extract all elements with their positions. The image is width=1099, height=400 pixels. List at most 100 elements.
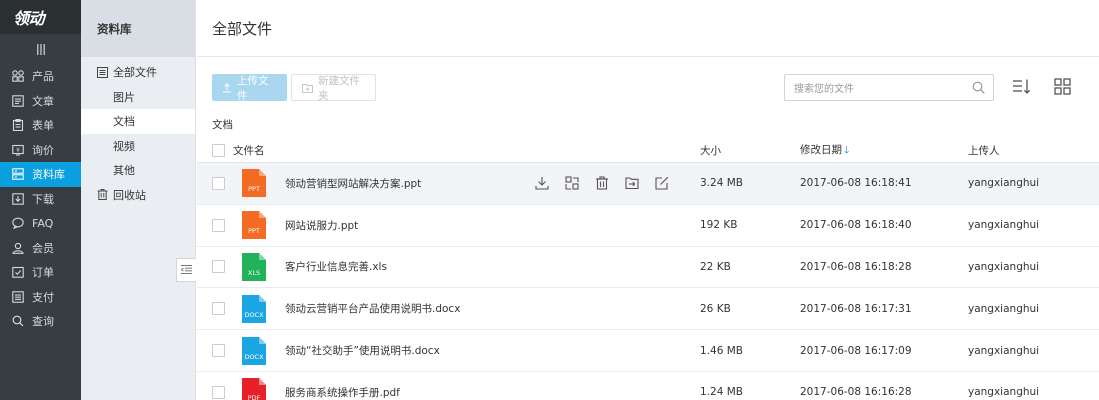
table-row[interactable]: PPT 网站说服力.ppt 192 KB 2017-06-08 16:18:40… xyxy=(197,205,1099,247)
table-row[interactable]: PPT 领动营销型网站解决方案.ppt 3.24 MB 2017-06-08 1… xyxy=(197,163,1099,205)
file-list-icon xyxy=(97,66,109,78)
menu-bars-icon[interactable] xyxy=(0,34,81,64)
grid-view-icon[interactable] xyxy=(1054,78,1072,96)
pdf-file-icon: PDF xyxy=(242,378,266,400)
sub-item-all-files[interactable]: 全部文件 xyxy=(81,60,195,85)
file-name[interactable]: 客户行业信息完善.xls xyxy=(285,259,387,274)
new-folder-button-label: 新建文件夹 xyxy=(318,74,360,102)
logo[interactable]: 领动 xyxy=(0,0,81,34)
file-name[interactable]: 领动云营销平台产品使用说明书.docx xyxy=(285,301,460,316)
page-title: 全部文件 xyxy=(197,0,1099,57)
nav-item-label: 支付 xyxy=(32,290,54,304)
file-name[interactable]: 领动营销型网站解决方案.ppt xyxy=(285,176,421,191)
file-type-label: DOCX xyxy=(244,352,264,361)
faq-icon xyxy=(12,217,24,230)
row-checkbox[interactable] xyxy=(212,302,225,316)
sub-item-label: 回收站 xyxy=(113,188,146,202)
column-header-date-label: 修改日期 xyxy=(800,143,842,156)
edit-icon[interactable] xyxy=(654,175,670,191)
upload-button-label: 上传文件 xyxy=(237,74,269,102)
sub-item-label: 视频 xyxy=(113,139,135,153)
sub-item-recycle-bin[interactable]: 回收站 xyxy=(81,183,195,208)
file-owner: yangxianghui xyxy=(968,177,1040,190)
file-date: 2017-06-08 16:18:41 xyxy=(800,177,912,190)
search-placeholder: 搜索您的文件 xyxy=(794,84,854,95)
sub-item-label: 文档 xyxy=(113,115,135,129)
table-row[interactable]: PDF 服务商系统操作手册.pdf 1.24 MB 2017-06-08 16:… xyxy=(197,372,1099,400)
nav-item-form[interactable]: 表单 xyxy=(0,113,81,138)
nav-item-member[interactable]: 会员 xyxy=(0,236,81,261)
table-row[interactable]: DOCX 领动“社交助手”使用说明书.docx 1.46 MB 2017-06-… xyxy=(197,330,1099,372)
sub-item-label: 全部文件 xyxy=(113,66,157,80)
nav-item-label: 表单 xyxy=(32,119,54,133)
payment-icon xyxy=(12,291,24,303)
nav-item-label: 资料库 xyxy=(32,168,65,182)
file-size: 1.46 MB xyxy=(700,344,743,357)
docx-file-icon: DOCX xyxy=(242,294,266,323)
nav-item-inquiry[interactable]: ¥ 询价 xyxy=(0,138,81,163)
row-checkbox[interactable] xyxy=(212,385,225,399)
nav-item-payment[interactable]: 支付 xyxy=(0,285,81,310)
table-row[interactable]: XLS 客户行业信息完善.xls 22 KB 2017-06-08 16:18:… xyxy=(197,247,1099,289)
file-name[interactable]: 服务商系统操作手册.pdf xyxy=(285,385,400,400)
move-icon[interactable] xyxy=(624,175,640,191)
main-nav: 领动 产品 文章 表单 ¥ 询价 资料库 下载 FAQ 会员 订单 支付 查询 xyxy=(0,0,81,400)
nav-item-label: 会员 xyxy=(32,241,54,255)
article-icon xyxy=(12,95,24,107)
column-header-size[interactable]: 大小 xyxy=(700,143,721,158)
file-name[interactable]: 领动“社交助手”使用说明书.docx xyxy=(285,343,440,358)
file-size: 26 KB xyxy=(700,302,731,315)
search-icon[interactable] xyxy=(972,81,985,97)
delete-icon[interactable] xyxy=(594,175,610,191)
table-row[interactable]: DOCX 领动云营销平台产品使用说明书.docx 26 KB 2017-06-0… xyxy=(197,288,1099,331)
nav-item-faq[interactable]: FAQ xyxy=(0,211,81,236)
new-folder-button[interactable]: 新建文件夹 xyxy=(291,74,376,102)
file-owner: yangxianghui xyxy=(968,386,1040,399)
upload-button[interactable]: 上传文件 xyxy=(212,74,287,102)
nav-item-query[interactable]: 查询 xyxy=(0,309,81,334)
sub-item-documents[interactable]: 文档 xyxy=(81,109,195,134)
row-checkbox[interactable] xyxy=(212,260,225,274)
column-header-date[interactable]: 修改日期 🡓 xyxy=(800,142,849,160)
file-owner: yangxianghui xyxy=(968,344,1040,357)
file-name[interactable]: 网站说服力.ppt xyxy=(285,218,358,233)
sort-desc-arrow-icon: 🡓 xyxy=(844,144,850,156)
nav-item-library[interactable]: 资料库 xyxy=(0,162,81,187)
select-all-checkbox[interactable] xyxy=(212,144,225,157)
file-type-label: XLS xyxy=(247,268,261,277)
indent-icon xyxy=(180,264,192,277)
nav-item-label: 询价 xyxy=(32,143,54,157)
library-sub-nav: 资料库 全部文件 图片 文档 视频 其他 回收站 xyxy=(81,0,196,400)
share-icon[interactable] xyxy=(564,175,580,191)
nav-item-download[interactable]: 下载 xyxy=(0,187,81,212)
breadcrumb[interactable]: 文档 xyxy=(212,117,233,132)
search-input[interactable]: 搜索您的文件 xyxy=(784,74,994,101)
row-checkbox[interactable] xyxy=(212,344,225,358)
file-type-label: PPT xyxy=(248,227,260,236)
file-size: 192 KB xyxy=(700,219,738,232)
nav-item-label: 查询 xyxy=(32,315,54,329)
nav-item-label: 文章 xyxy=(32,94,54,108)
nav-item-product[interactable]: 产品 xyxy=(0,64,81,89)
nav-item-article[interactable]: 文章 xyxy=(0,89,81,114)
file-owner: yangxianghui xyxy=(968,260,1040,273)
row-checkbox[interactable] xyxy=(212,176,225,190)
nav-item-order[interactable]: 订单 xyxy=(0,260,81,285)
file-date: 2017-06-08 16:16:28 xyxy=(800,386,912,399)
collapse-panel-button[interactable] xyxy=(176,258,196,282)
docx-file-icon: DOCX xyxy=(242,336,266,365)
column-header-owner[interactable]: 上传人 xyxy=(968,143,1000,158)
sort-icon[interactable] xyxy=(1012,78,1032,98)
sub-item-other[interactable]: 其他 xyxy=(81,158,195,183)
file-owner: yangxianghui xyxy=(968,219,1040,232)
download-icon[interactable] xyxy=(534,175,550,191)
column-header-name[interactable]: 文件名 xyxy=(233,143,265,158)
file-date: 2017-06-08 16:18:28 xyxy=(800,260,912,273)
sub-item-videos[interactable]: 视频 xyxy=(81,134,195,159)
form-icon xyxy=(12,119,24,132)
sub-item-label: 图片 xyxy=(113,90,135,104)
file-date: 2017-06-08 16:17:09 xyxy=(800,344,912,357)
sub-item-images[interactable]: 图片 xyxy=(81,85,195,110)
inquiry-icon: ¥ xyxy=(12,144,24,156)
row-checkbox[interactable] xyxy=(212,218,225,232)
